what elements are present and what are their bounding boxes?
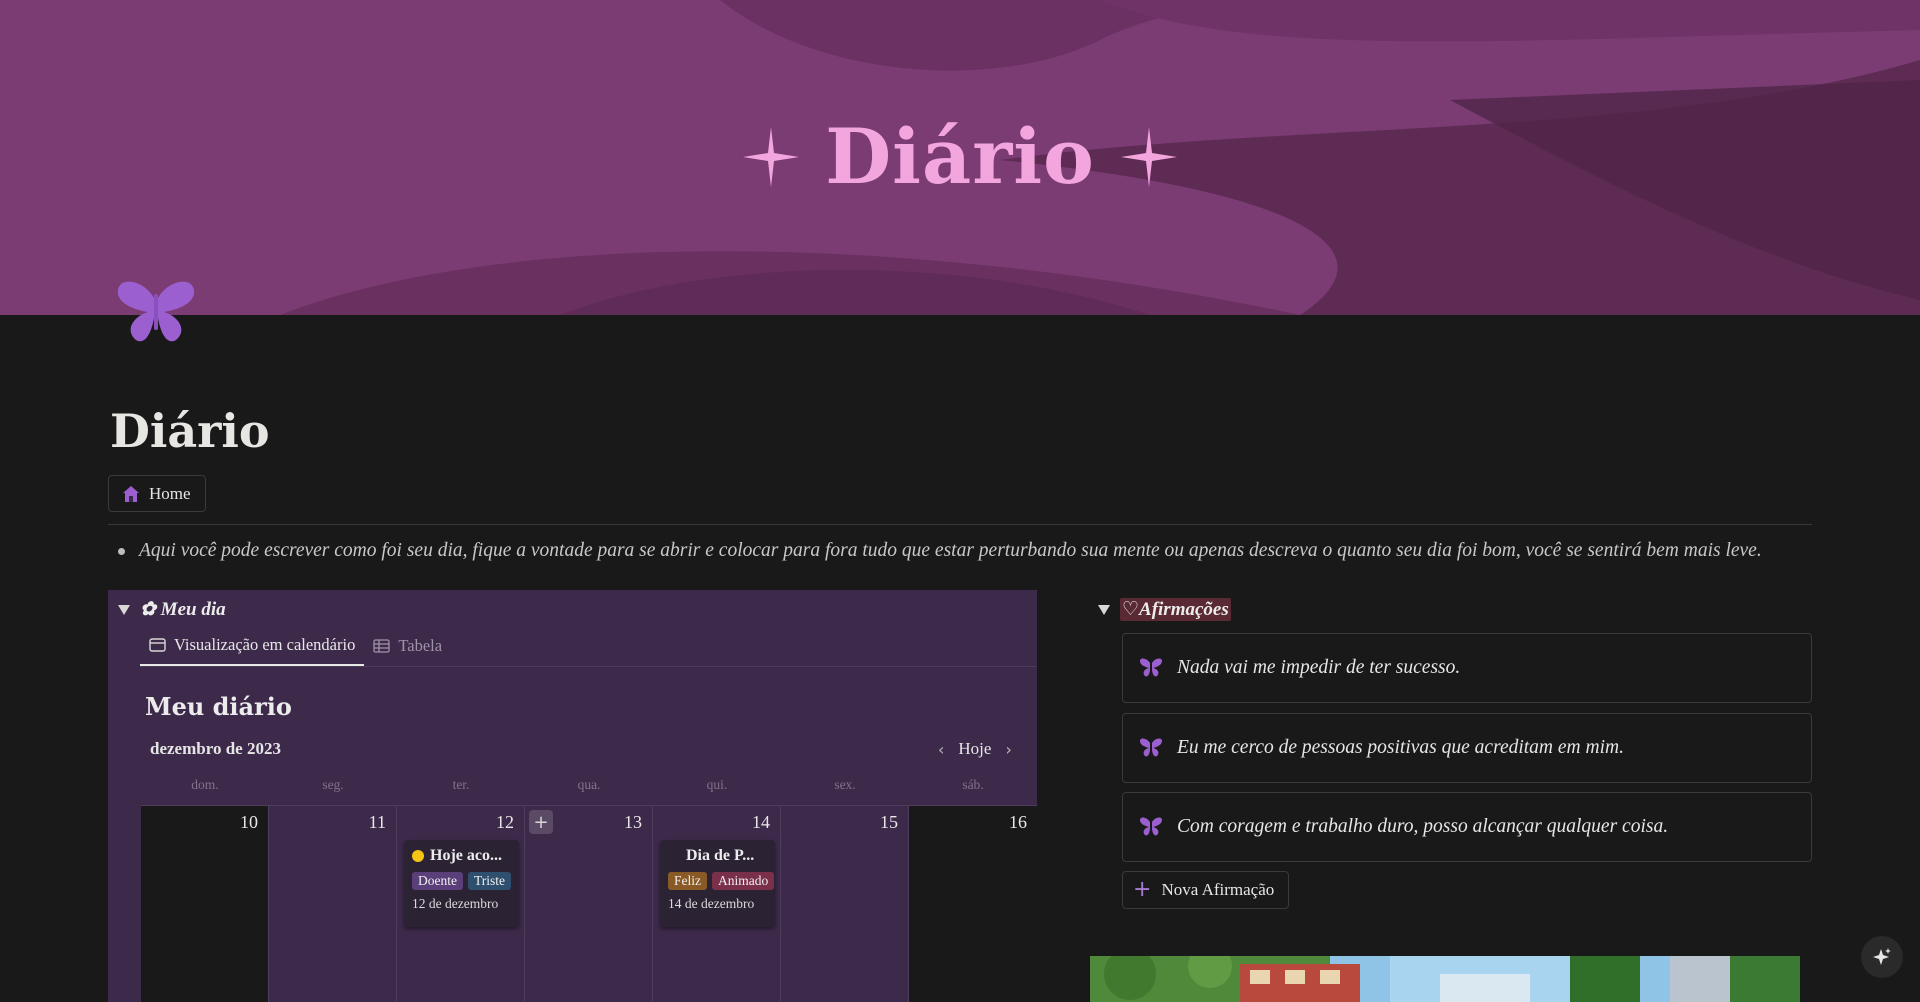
plus-icon: + bbox=[1133, 877, 1152, 902]
new-afirmacao-label: Nova Afirmação bbox=[1161, 880, 1275, 899]
entry-title: Hoje aco... bbox=[430, 847, 502, 864]
view-tabs: Visualização em calendário Tabela bbox=[140, 626, 1037, 667]
toggle-triangle-icon[interactable] bbox=[118, 604, 130, 615]
description-bullet: Aqui você pode escrever como foi seu dia… bbox=[118, 540, 1818, 562]
weekday-label: ter. bbox=[452, 777, 470, 792]
cover-title: Diário bbox=[825, 112, 1095, 201]
calendar-day-cell[interactable]: 15 bbox=[781, 806, 909, 1002]
afirmacao-text: Nada vai me impedir de ter sucesso. bbox=[1177, 657, 1461, 678]
entry-date: 12 de dezembro bbox=[412, 896, 499, 911]
home-link-label: Home bbox=[149, 483, 191, 503]
day-number: 10 bbox=[240, 812, 258, 832]
meu-dia-label: ✿ Meu dia bbox=[140, 599, 226, 620]
sparkle-icon bbox=[1120, 126, 1177, 187]
day-number: 14 bbox=[752, 812, 770, 832]
day-number: 11 bbox=[368, 812, 386, 832]
tag-feliz: Feliz bbox=[668, 872, 707, 890]
cover-title-row: Diário bbox=[0, 112, 1920, 201]
tag-animado: Animado bbox=[712, 872, 775, 890]
day-number: 15 bbox=[880, 812, 898, 832]
calendar-grid: 10 11 12 Hoje aco... Doente Triste 12 de… bbox=[141, 805, 1037, 1002]
butterfly-icon bbox=[1140, 658, 1162, 677]
ai-assistant-button[interactable] bbox=[1861, 936, 1903, 978]
description-text: Aqui você pode escrever como foi seu dia… bbox=[139, 540, 1762, 561]
day-number: 12 bbox=[496, 812, 514, 832]
tag-doente: Doente bbox=[412, 872, 463, 890]
calendar-day-cell[interactable]: 12 Hoje aco... Doente Triste 12 de dezem… bbox=[397, 806, 525, 1002]
bullet-dot bbox=[118, 547, 125, 555]
today-button[interactable]: Hoje bbox=[958, 739, 991, 759]
scenery-image bbox=[1090, 956, 1800, 1002]
toggle-triangle-icon[interactable] bbox=[1098, 604, 1110, 615]
home-link-button[interactable]: Home bbox=[108, 475, 206, 512]
tab-calendar[interactable]: Visualização em calendário bbox=[140, 626, 365, 666]
calendar-nav: ‹ Hoje › bbox=[938, 739, 1012, 759]
calendar-title: Meu diário bbox=[145, 692, 292, 721]
sparkle-icon bbox=[743, 126, 800, 187]
afirmacao-item[interactable]: Eu me cerco de pessoas positivas que acr… bbox=[1122, 713, 1812, 783]
calendar-month: dezembro de 2023 bbox=[150, 739, 281, 758]
calendar-day-cell[interactable]: 14 Dia de P... Feliz Animado 14 de dezem… bbox=[653, 806, 781, 1002]
calendar-day-cell[interactable]: 10 bbox=[141, 806, 269, 1002]
cover-banner: Diário bbox=[0, 0, 1920, 315]
tab-calendar-label: Visualização em calendário bbox=[174, 635, 356, 654]
entry-emoji-icon bbox=[412, 850, 424, 862]
butterfly-icon[interactable] bbox=[114, 280, 198, 344]
entry-date: 14 de dezembro bbox=[668, 896, 755, 911]
meu-dia-panel: ✿ Meu dia Visualização em calendário Tab… bbox=[108, 590, 1037, 1002]
add-entry-plus-icon[interactable]: + bbox=[529, 810, 553, 834]
divider bbox=[108, 524, 1812, 525]
calendar-day-cell[interactable]: 16 bbox=[909, 806, 1037, 1002]
table-icon bbox=[373, 639, 390, 653]
new-afirmacao-button[interactable]: + Nova Afirmação bbox=[1122, 871, 1290, 909]
afirmacao-text: Com coragem e trabalho duro, posso alcan… bbox=[1177, 816, 1669, 837]
entry-title: Dia de P... bbox=[686, 847, 755, 864]
tag-triste: Triste bbox=[467, 872, 511, 890]
weekday-label: dom. bbox=[191, 777, 219, 792]
ai-sparkle-icon bbox=[1873, 948, 1891, 965]
house-icon bbox=[123, 485, 139, 502]
butterfly-icon bbox=[1140, 738, 1162, 757]
calendar-day-cell[interactable]: 11 bbox=[269, 806, 397, 1002]
butterfly-icon bbox=[1140, 817, 1162, 836]
weekday-label: sex. bbox=[834, 777, 856, 792]
page-title: Diário bbox=[110, 404, 270, 458]
diary-entry-card[interactable]: Dia de P... Feliz Animado 14 de dezembro bbox=[660, 840, 775, 927]
afirmacao-item[interactable]: Nada vai me impedir de ter sucesso. bbox=[1122, 633, 1812, 703]
tab-table-label: Tabela bbox=[398, 636, 443, 655]
day-number: 16 bbox=[1009, 812, 1027, 832]
weekday-label: qui. bbox=[706, 777, 728, 792]
chevron-right-icon[interactable]: › bbox=[1005, 740, 1011, 759]
calendar-day-cell[interactable]: + 13 bbox=[525, 806, 653, 1002]
afirmacoes-label: ♡Afirmações bbox=[1120, 598, 1231, 621]
weekday-label: qua. bbox=[577, 777, 601, 792]
chevron-left-icon[interactable]: ‹ bbox=[938, 740, 944, 759]
afirmacao-item[interactable]: Com coragem e trabalho duro, posso alcan… bbox=[1122, 792, 1812, 862]
diary-entry-card[interactable]: Hoje aco... Doente Triste 12 de dezembro bbox=[404, 840, 519, 927]
weekday-label: seg. bbox=[322, 777, 344, 792]
weekday-label: sáb. bbox=[962, 777, 984, 792]
day-number: 13 bbox=[624, 812, 642, 832]
afirmacao-text: Eu me cerco de pessoas positivas que acr… bbox=[1177, 737, 1624, 758]
meu-dia-toggle[interactable]: ✿ Meu dia bbox=[118, 598, 226, 621]
afirmacoes-toggle[interactable]: ♡Afirmações bbox=[1098, 598, 1231, 621]
tab-table[interactable]: Tabela bbox=[364, 626, 451, 666]
weekday-header: dom. seg. ter. qua. qui. sex. sáb. bbox=[141, 777, 1037, 793]
calendar-icon bbox=[149, 638, 166, 652]
